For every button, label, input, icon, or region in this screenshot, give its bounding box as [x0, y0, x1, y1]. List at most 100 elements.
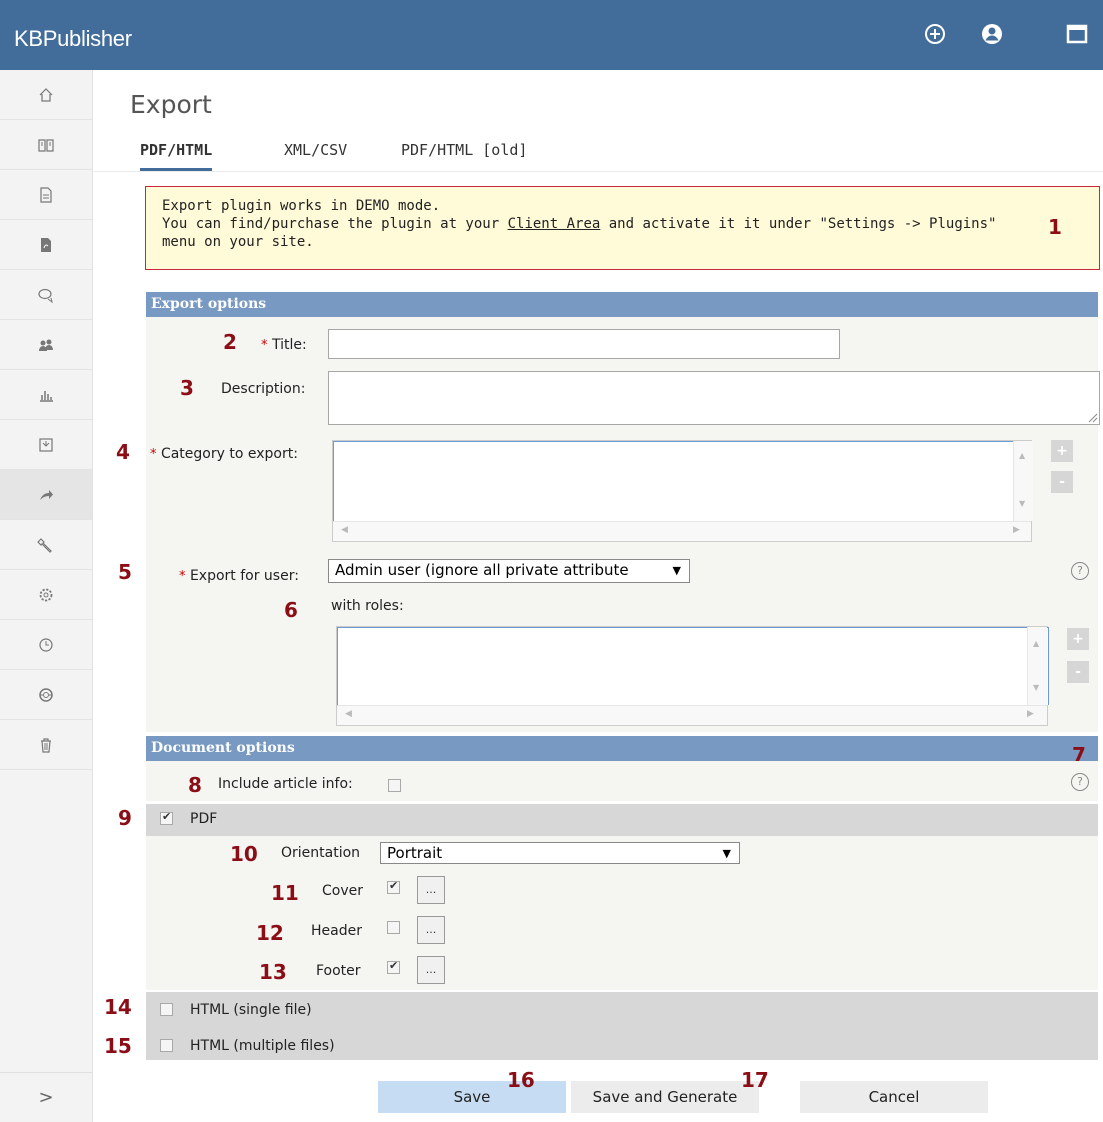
sidebar-item-knowledgebase[interactable] — [0, 120, 92, 170]
sidebar-expand-button[interactable]: > — [0, 1072, 92, 1122]
callout-9: 9 — [118, 806, 132, 830]
tab-xml-csv[interactable]: XML/CSV — [284, 141, 347, 171]
chevron-right-icon: > — [38, 1087, 54, 1108]
tab-pdf-html-old[interactable]: PDF/HTML [old] — [401, 141, 527, 171]
callout-15: 15 — [104, 1034, 132, 1058]
html-single-checkbox[interactable] — [160, 1003, 173, 1016]
callout-4: 4 — [116, 440, 130, 464]
export-for-user-select[interactable]: Admin user (ignore all private attribute… — [328, 559, 690, 583]
callout-14: 14 — [104, 995, 132, 1019]
category-remove-button[interactable]: - — [1051, 471, 1073, 493]
history-icon — [39, 637, 53, 652]
sidebar-item-files[interactable] — [0, 170, 92, 220]
export-user-help-icon[interactable]: ? — [1071, 562, 1089, 580]
category-label: * Category to export: — [150, 446, 298, 462]
description-textarea[interactable] — [328, 371, 1100, 425]
save-and-generate-button[interactable]: Save and Generate — [571, 1081, 759, 1113]
cancel-button[interactable]: Cancel — [800, 1081, 988, 1113]
roles-remove-button[interactable]: - — [1067, 661, 1089, 683]
notice-line-2: You can find/purchase the plugin at your… — [162, 216, 997, 232]
comments-icon — [38, 288, 53, 303]
roles-listbox[interactable]: ▲ ▼ ◀ ▶ — [336, 626, 1049, 726]
cover-label: Cover — [322, 883, 363, 899]
file-icon — [40, 186, 52, 203]
sidebar-item-home[interactable] — [0, 70, 92, 120]
with-roles-label: with roles: — [331, 598, 404, 614]
callout-12: 12 — [256, 921, 284, 945]
footer-options-button[interactable]: ... — [417, 956, 445, 984]
users-icon — [39, 339, 53, 351]
callout-8: 8 — [188, 773, 202, 797]
sidebar-item-settings[interactable] — [0, 570, 92, 620]
help-icon — [39, 687, 53, 702]
export-options-header: Export options — [146, 292, 1098, 317]
user-account-icon[interactable] — [979, 21, 1005, 47]
tab-pdf-html[interactable]: PDF/HTML — [140, 141, 213, 171]
orientation-select[interactable]: Portrait ▼ — [380, 842, 740, 864]
roles-add-button[interactable]: + — [1067, 628, 1089, 650]
cover-checkbox[interactable] — [387, 879, 400, 894]
resize-handle-icon[interactable] — [1088, 413, 1098, 423]
footer-label: Footer — [316, 963, 361, 979]
window-icon[interactable] — [1064, 21, 1090, 47]
sidebar-item-comments[interactable] — [0, 270, 92, 320]
export-for-user-label: * Export for user: — [179, 568, 299, 584]
app-title[interactable]: KBPublisher — [14, 26, 132, 52]
header-label: Header — [311, 923, 362, 939]
sidebar-item-pdf[interactable] — [0, 220, 92, 270]
settings-icon — [39, 588, 53, 601]
html-single-label: HTML (single file) — [190, 1002, 312, 1018]
category-listbox[interactable]: ▲ ▼ ◀ ▶ — [332, 440, 1033, 542]
cover-options-button[interactable]: ... — [417, 876, 445, 904]
roles-vertical-scrollbar[interactable]: ▲ ▼ — [1027, 627, 1047, 705]
header-options-button[interactable]: ... — [417, 916, 445, 944]
notice-line-1: Export plugin works in DEMO mode. — [162, 198, 441, 214]
orientation-label: Orientation — [281, 845, 361, 861]
callout-6: 6 — [284, 598, 298, 622]
callout-16: 16 — [507, 1068, 535, 1092]
callout-5: 5 — [118, 560, 132, 584]
sidebar-item-help[interactable] — [0, 670, 92, 720]
pdf-checkbox[interactable] — [160, 810, 173, 825]
export-icon — [40, 489, 53, 500]
sidebar-item-trash[interactable] — [0, 720, 92, 770]
home-icon — [39, 87, 53, 102]
category-horizontal-scrollbar[interactable]: ◀ ▶ — [333, 521, 1031, 541]
sidebar: > — [0, 70, 93, 1122]
document-options-header: Document options — [146, 736, 1098, 761]
callout-3: 3 — [180, 376, 194, 400]
pdf-file-icon — [41, 237, 51, 252]
roles-horizontal-scrollbar[interactable]: ◀ ▶ — [337, 705, 1047, 725]
pdf-label: PDF — [190, 811, 218, 827]
tabs-divider — [93, 171, 1103, 172]
header-checkbox[interactable] — [387, 921, 400, 934]
footer-checkbox[interactable] — [387, 959, 400, 974]
sidebar-item-reports[interactable] — [0, 370, 92, 420]
category-add-button[interactable]: + — [1051, 440, 1073, 462]
callout-13: 13 — [259, 960, 287, 984]
demo-notice: Export plugin works in DEMO mode. You ca… — [145, 186, 1100, 270]
trash-icon — [41, 737, 51, 753]
notice-line-3: menu on your site. — [162, 234, 314, 250]
sidebar-item-import[interactable] — [0, 420, 92, 470]
stats-icon — [40, 390, 53, 402]
client-area-link[interactable]: Client Area — [508, 216, 601, 232]
callout-1: 1 — [1048, 215, 1062, 239]
article-info-help-icon[interactable]: ? — [1071, 773, 1089, 791]
page-title: Export — [130, 90, 212, 119]
add-circle-icon[interactable] — [922, 21, 948, 47]
callout-2: 2 — [223, 330, 237, 354]
sidebar-item-tools[interactable] — [0, 520, 92, 570]
include-article-info-checkbox[interactable] — [388, 779, 401, 792]
sidebar-item-history[interactable] — [0, 620, 92, 670]
save-button[interactable]: Save — [378, 1081, 566, 1113]
description-label: Description: — [221, 381, 306, 397]
sidebar-item-export[interactable] — [0, 470, 92, 520]
html-multiple-label: HTML (multiple files) — [190, 1038, 335, 1054]
sidebar-item-users[interactable] — [0, 320, 92, 370]
category-vertical-scrollbar[interactable]: ▲ ▼ — [1013, 441, 1033, 521]
include-article-info-label: Include article info: — [218, 776, 353, 792]
import-icon — [39, 437, 53, 452]
html-multiple-checkbox[interactable] — [160, 1039, 173, 1052]
title-input[interactable] — [328, 329, 840, 359]
